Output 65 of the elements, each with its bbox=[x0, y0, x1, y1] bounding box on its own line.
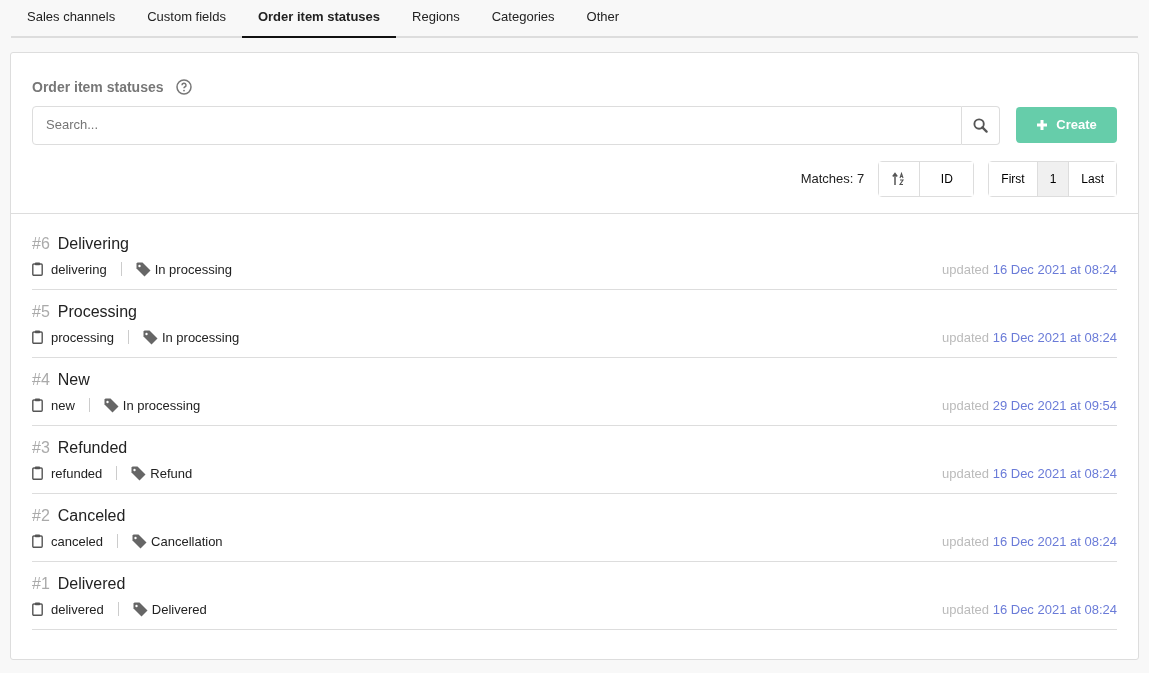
clipboard-icon bbox=[32, 398, 43, 413]
tab[interactable]: Sales channels bbox=[11, 0, 132, 38]
tag-icon bbox=[131, 465, 147, 481]
search-field[interactable]: Search... bbox=[32, 105, 962, 145]
item-number: #6 bbox=[32, 233, 50, 254]
search-icon bbox=[973, 117, 988, 133]
updated-date-link[interactable]: 29 Dec 2021 at 09:54 bbox=[992, 397, 1117, 413]
tag-icon bbox=[132, 601, 148, 617]
item-code: new bbox=[51, 396, 75, 415]
sort-field-dropdown[interactable]: ID bbox=[919, 161, 974, 196]
tag-icon bbox=[132, 533, 148, 549]
item-group: In processing bbox=[161, 327, 240, 347]
item-name[interactable]: Canceled bbox=[57, 503, 126, 528]
clipboard-icon bbox=[32, 602, 43, 617]
tab[interactable]: Categories bbox=[475, 0, 571, 38]
updated-date-link[interactable]: 16 Dec 2021 at 08:24 bbox=[992, 533, 1117, 549]
item-number: #2 bbox=[32, 505, 50, 526]
item-number: #4 bbox=[32, 369, 50, 390]
item-number: #3 bbox=[32, 437, 50, 458]
item-group: Refund bbox=[150, 463, 193, 483]
item-name[interactable]: Processing bbox=[57, 299, 137, 324]
item-name[interactable]: Delivered bbox=[57, 571, 126, 596]
tab[interactable]: Order item statuses bbox=[241, 0, 397, 38]
help-icon[interactable] bbox=[175, 79, 192, 95]
matches-count: Matches: 7 bbox=[800, 169, 865, 188]
item-name[interactable]: Refunded bbox=[57, 435, 128, 460]
item-group: Delivered bbox=[151, 599, 207, 619]
clipboard-icon bbox=[32, 262, 43, 277]
tag-icon bbox=[103, 397, 119, 413]
tag-icon bbox=[142, 329, 158, 345]
item-group: In processing bbox=[122, 395, 201, 415]
item-number: #5 bbox=[32, 301, 50, 322]
item-code: canceled bbox=[51, 532, 104, 551]
updated-date-link[interactable]: 16 Dec 2021 at 08:24 bbox=[992, 329, 1117, 345]
item-name[interactable]: Delivering bbox=[57, 231, 129, 256]
item-code: delivering bbox=[51, 260, 107, 279]
item-number: #1 bbox=[32, 573, 50, 594]
updated-label: updated bbox=[942, 329, 990, 345]
item-code: processing bbox=[51, 328, 114, 347]
pagination-button[interactable]: 1 bbox=[1036, 161, 1069, 196]
updated-label: updated bbox=[942, 397, 990, 413]
tab[interactable]: Regions bbox=[396, 0, 476, 38]
item-name[interactable]: New bbox=[57, 367, 90, 392]
sort-icon bbox=[892, 171, 907, 186]
clipboard-icon bbox=[32, 534, 43, 549]
updated-label: updated bbox=[942, 601, 990, 617]
item-code: refunded bbox=[51, 464, 103, 483]
updated-date-link[interactable]: 16 Dec 2021 at 08:24 bbox=[992, 261, 1117, 277]
plus-icon bbox=[1036, 119, 1049, 131]
updated-date-link[interactable]: 16 Dec 2021 at 08:24 bbox=[992, 601, 1117, 617]
updated-label: updated bbox=[942, 465, 990, 481]
clipboard-icon bbox=[32, 330, 43, 345]
updated-label: updated bbox=[942, 261, 990, 277]
updated-label: updated bbox=[942, 533, 990, 549]
pagination-button[interactable]: Last bbox=[1068, 161, 1116, 196]
updated-date-link[interactable]: 16 Dec 2021 at 08:24 bbox=[992, 465, 1117, 481]
search-button[interactable] bbox=[962, 105, 1000, 145]
item-group: Cancellation bbox=[151, 531, 223, 551]
item-group: In processing bbox=[154, 259, 232, 279]
panel-title: Order item statuses bbox=[32, 77, 164, 97]
clipboard-icon bbox=[32, 466, 43, 481]
tab[interactable]: Custom fields bbox=[131, 0, 242, 38]
tab[interactable]: Other bbox=[570, 0, 636, 38]
tag-icon bbox=[135, 261, 151, 277]
item-code: delivered bbox=[51, 600, 104, 619]
